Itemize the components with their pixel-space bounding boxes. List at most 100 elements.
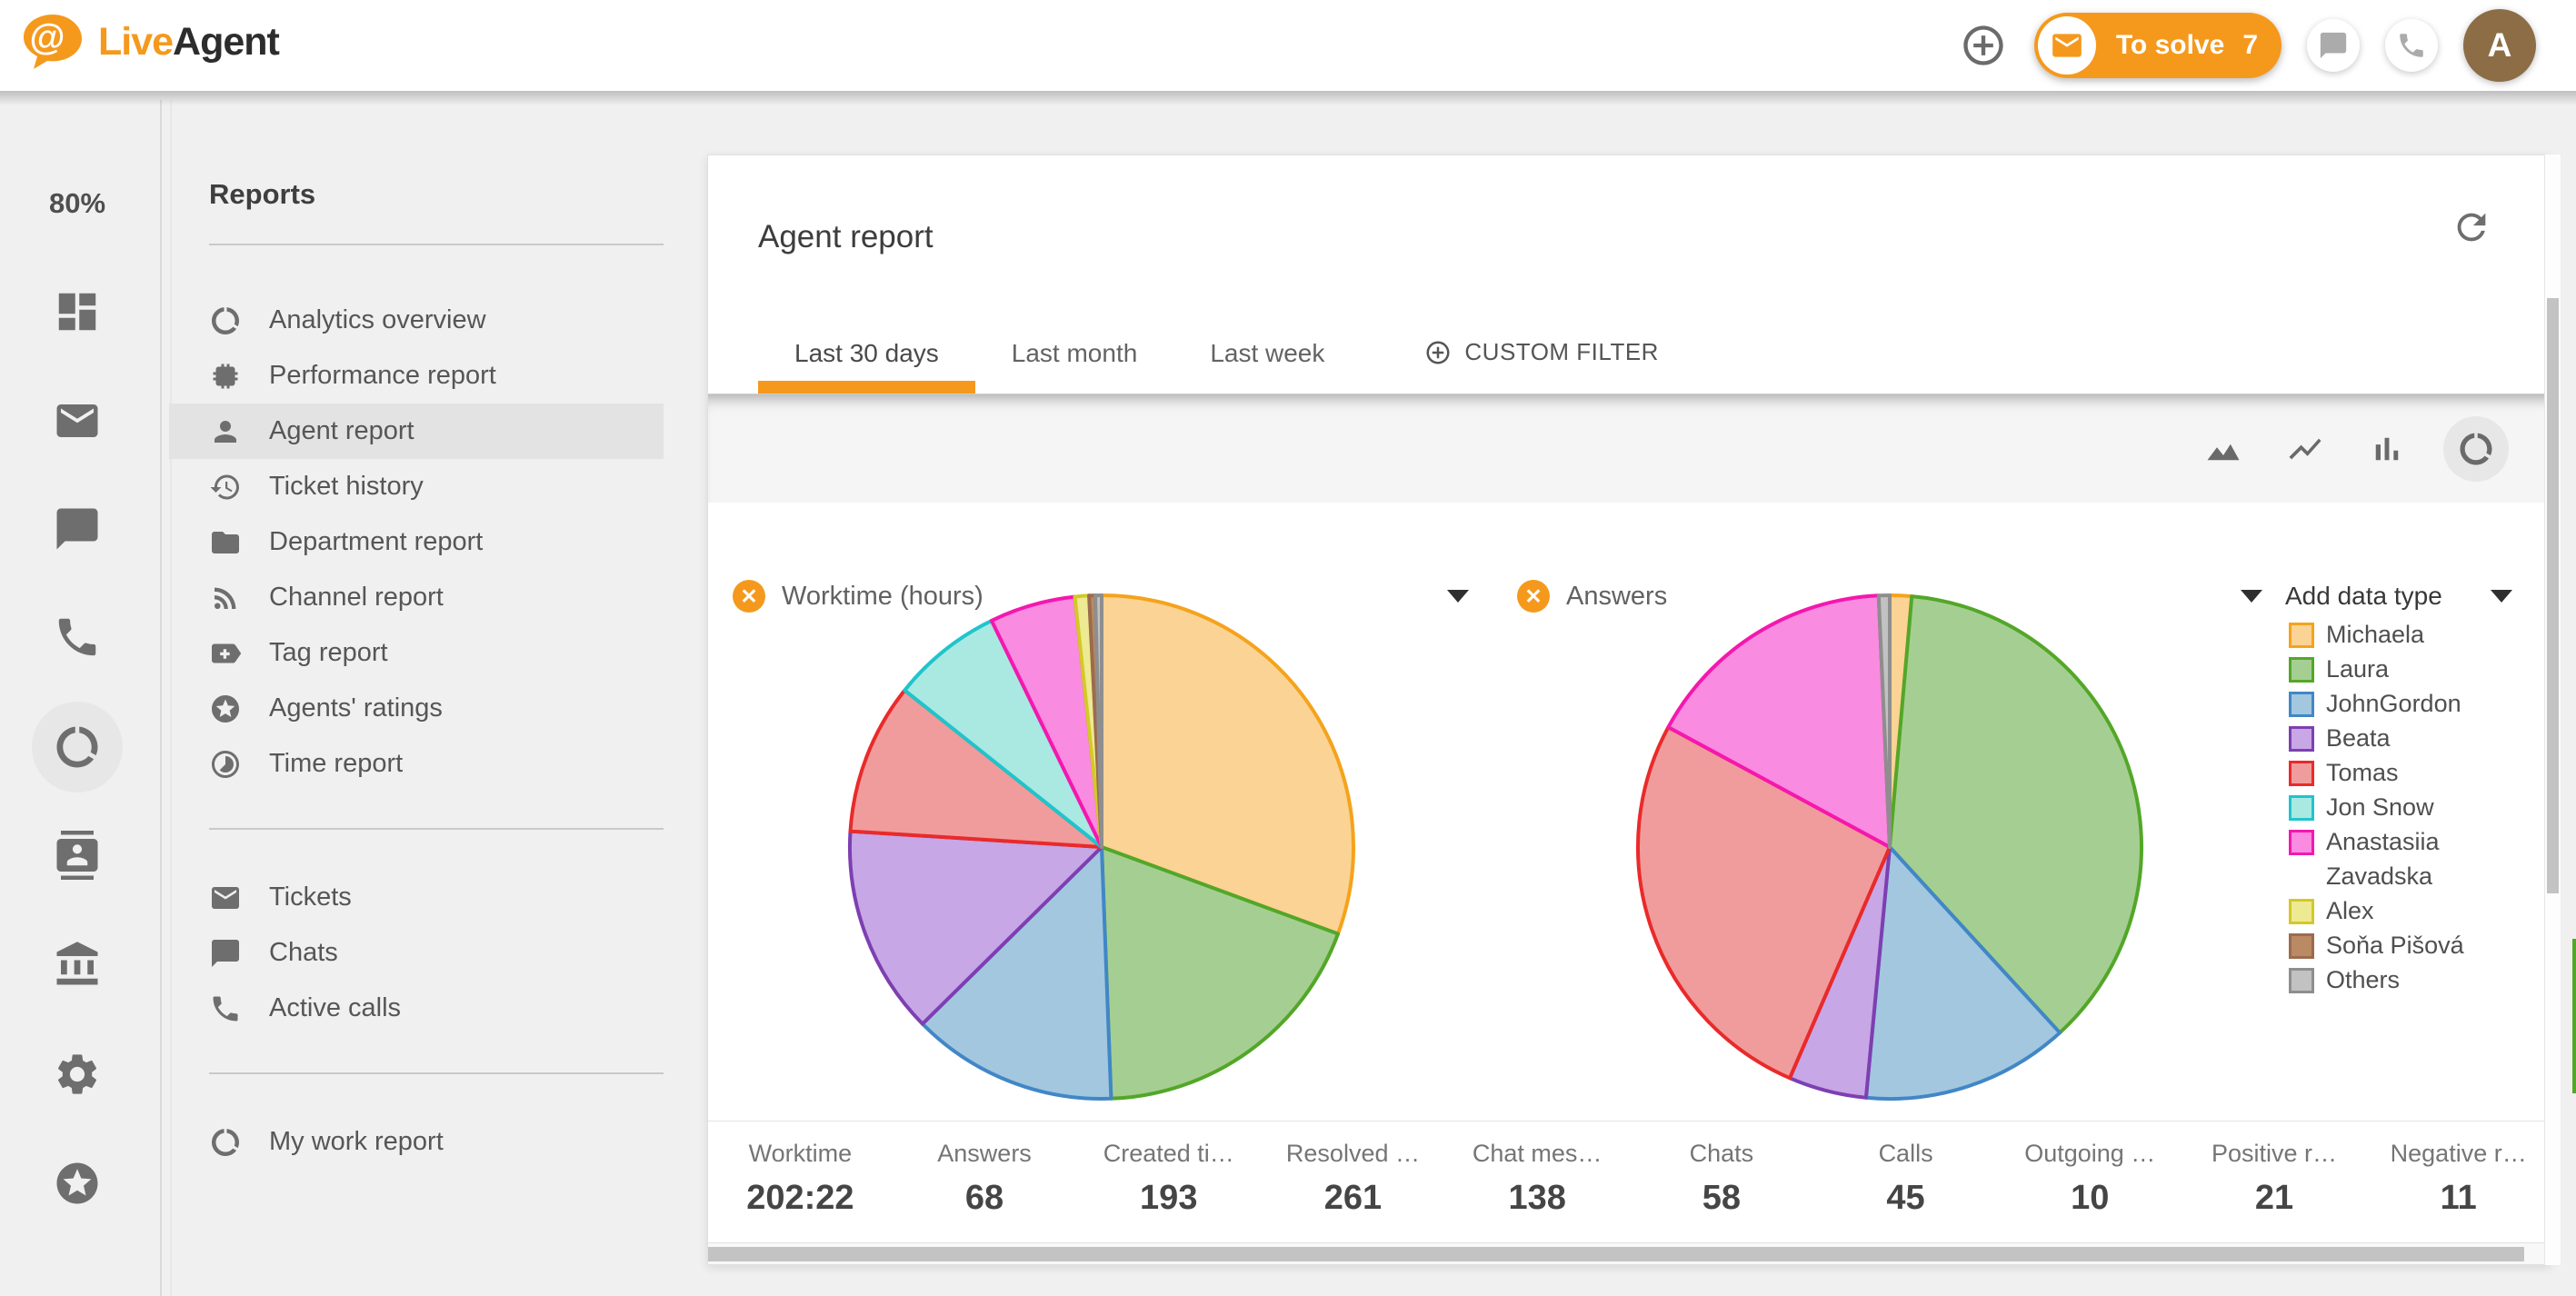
chats-topbar-button[interactable] (2307, 19, 2360, 72)
stat-value: 11 (2366, 1179, 2551, 1218)
legend-item[interactable]: Anastasiia Zavadska (2289, 824, 2536, 893)
svg-text:@: @ (29, 17, 65, 57)
tab-last-30-days[interactable]: Last 30 days (758, 339, 975, 394)
sidebar-item-department-report[interactable]: Department report (169, 514, 707, 570)
stat-value: 21 (2182, 1179, 2367, 1218)
legend-item[interactable]: Michaela (2289, 617, 2536, 652)
legend-swatch (2289, 968, 2314, 993)
legend-item[interactable]: Others (2289, 962, 2536, 997)
sidebar-item-label: My work report (269, 1127, 444, 1157)
sidebar-item-chats[interactable]: Chats (169, 925, 707, 981)
add-new-button[interactable] (1958, 20, 2009, 71)
sidebar-item-tag-report[interactable]: Tag report (169, 625, 707, 681)
legend-swatch (2289, 657, 2314, 683)
bank-icon (53, 940, 102, 989)
tab-last-week[interactable]: Last week (1173, 339, 1361, 394)
to-solve-button[interactable]: To solve 7 (2034, 13, 2281, 78)
rail-dashboard-button[interactable] (52, 286, 103, 337)
topbar-shadow (0, 91, 2576, 105)
sidebar-item-analytics-overview[interactable]: Analytics overview (169, 293, 707, 348)
stat-label: Calls (1813, 1140, 1998, 1168)
sidebar-item-active-calls[interactable]: Active calls (169, 981, 707, 1036)
legend-item[interactable]: Soňa Pišová (2289, 928, 2536, 962)
legend-item[interactable]: Tomas (2289, 755, 2536, 790)
legend-label: Beata (2326, 721, 2391, 755)
add-data-type-dropdown[interactable]: Add data type (2285, 576, 2512, 616)
chart-type-bar-chart-button[interactable] (2361, 424, 2412, 474)
sidebar-item-channel-report[interactable]: Channel report (169, 570, 707, 625)
chart-legend: MichaelaLauraJohnGordonBeataTomasJon Sno… (2289, 617, 2536, 997)
star-circle-icon (53, 1159, 102, 1208)
sidebar-item-my-work-report[interactable]: My work report (169, 1114, 707, 1170)
legend-swatch (2289, 761, 2314, 786)
refresh-button[interactable] (2451, 206, 2494, 250)
to-solve-count: 7 (2242, 30, 2258, 61)
rail-gear-button[interactable] (52, 1049, 103, 1100)
donut-icon (209, 1126, 242, 1159)
rail-mail-button[interactable] (52, 395, 103, 446)
chart-type-pie-chart-button[interactable] (2443, 416, 2509, 482)
remove-answers-button[interactable]: ✕ (1517, 580, 1550, 613)
chart-type-line-chart-button[interactable] (2280, 424, 2331, 474)
offscreen-chart-edge (2572, 939, 2576, 1093)
stat-value: 58 (1630, 1179, 1814, 1218)
agent-report-card: Agent report Last 30 daysLast monthLast … (707, 155, 2551, 1265)
stats-row: Worktime202:22Answers68Created ti…193Res… (708, 1121, 2551, 1245)
chevron-down-icon[interactable] (2241, 590, 2262, 603)
legend-label: Tomas (2326, 755, 2399, 790)
rail-donut-button[interactable] (32, 702, 123, 793)
legend-swatch (2289, 795, 2314, 821)
legend-item[interactable]: Laura (2289, 652, 2536, 686)
sidebar-item-ticket-history[interactable]: Ticket history (169, 459, 707, 514)
sidebar-item-agents-ratings[interactable]: Agents' ratings (169, 681, 707, 736)
rail-phone-button[interactable] (52, 612, 103, 663)
rail-star-circle-button[interactable] (52, 1158, 103, 1209)
rail-bank-button[interactable] (52, 939, 103, 990)
chat-icon (53, 504, 102, 553)
icon-rail: 80% (0, 100, 155, 1296)
vertical-scrollbar[interactable] (2544, 155, 2561, 1265)
legend-item[interactable]: Beata (2289, 721, 2536, 755)
stat-positive-r-: Positive r…21 (2182, 1122, 2367, 1245)
sidebar-item-label: Time report (269, 749, 403, 779)
stat-value: 138 (1445, 1179, 1630, 1218)
rail-contacts-button[interactable] (52, 830, 103, 881)
sidebar-item-agent-report[interactable]: Agent report (169, 404, 664, 459)
legend-item[interactable]: Jon Snow (2289, 790, 2536, 824)
answers-pie-chart[interactable]: MichaelaLauraJohnGordonBeataTomasAnastas… (1629, 586, 2151, 1108)
remove-worktime-button[interactable]: ✕ (733, 580, 765, 613)
sidebar-item-label: Performance report (269, 361, 496, 391)
horizontal-scrollbar-thumb[interactable] (708, 1247, 2524, 1261)
legend-item[interactable]: JohnGordon (2289, 686, 2536, 721)
chevron-down-icon[interactable] (1447, 590, 1469, 603)
horizontal-scrollbar[interactable] (708, 1242, 2551, 1264)
donut-icon (209, 304, 242, 337)
sidebar-item-performance-report[interactable]: Performance report (169, 348, 707, 404)
menu-divider (209, 828, 664, 830)
rail-chat-button[interactable] (52, 503, 103, 554)
chat-icon (2318, 30, 2349, 61)
calls-topbar-button[interactable] (2385, 19, 2438, 72)
stat-outgoing-: Outgoing …10 (1998, 1122, 2182, 1245)
worktime-pie-chart[interactable]: MichaelaLauraJohnGordonBeataTomasJon Sno… (841, 586, 1363, 1108)
legend-swatch (2289, 933, 2314, 959)
sidebar-item-label: Chats (269, 938, 338, 968)
legend-item[interactable]: Alex (2289, 893, 2536, 928)
sidebar-item-time-report[interactable]: Time report (169, 736, 707, 792)
vertical-scrollbar-thumb[interactable] (2547, 298, 2559, 893)
tab-last-month[interactable]: Last month (975, 339, 1174, 394)
stat-calls: Calls45 (1813, 1122, 1998, 1245)
custom-filter-button[interactable]: CUSTOM FILTER (1424, 338, 1659, 394)
legend-swatch (2289, 623, 2314, 648)
stat-label: Worktime (708, 1140, 893, 1168)
stat-resolved-: Resolved …261 (1261, 1122, 1445, 1245)
chart-type-area-chart-button[interactable] (2198, 424, 2249, 474)
phone-icon (209, 992, 242, 1025)
rss-icon (209, 582, 242, 614)
sidebar-item-tickets[interactable]: Tickets (169, 870, 707, 925)
avatar[interactable]: A (2463, 9, 2536, 82)
legend-label: Alex (2326, 893, 2374, 928)
sidebar-item-label: Ticket history (269, 472, 424, 502)
mail-icon (209, 882, 242, 914)
liveagent-logo[interactable]: @ LiveAgent (20, 13, 279, 71)
